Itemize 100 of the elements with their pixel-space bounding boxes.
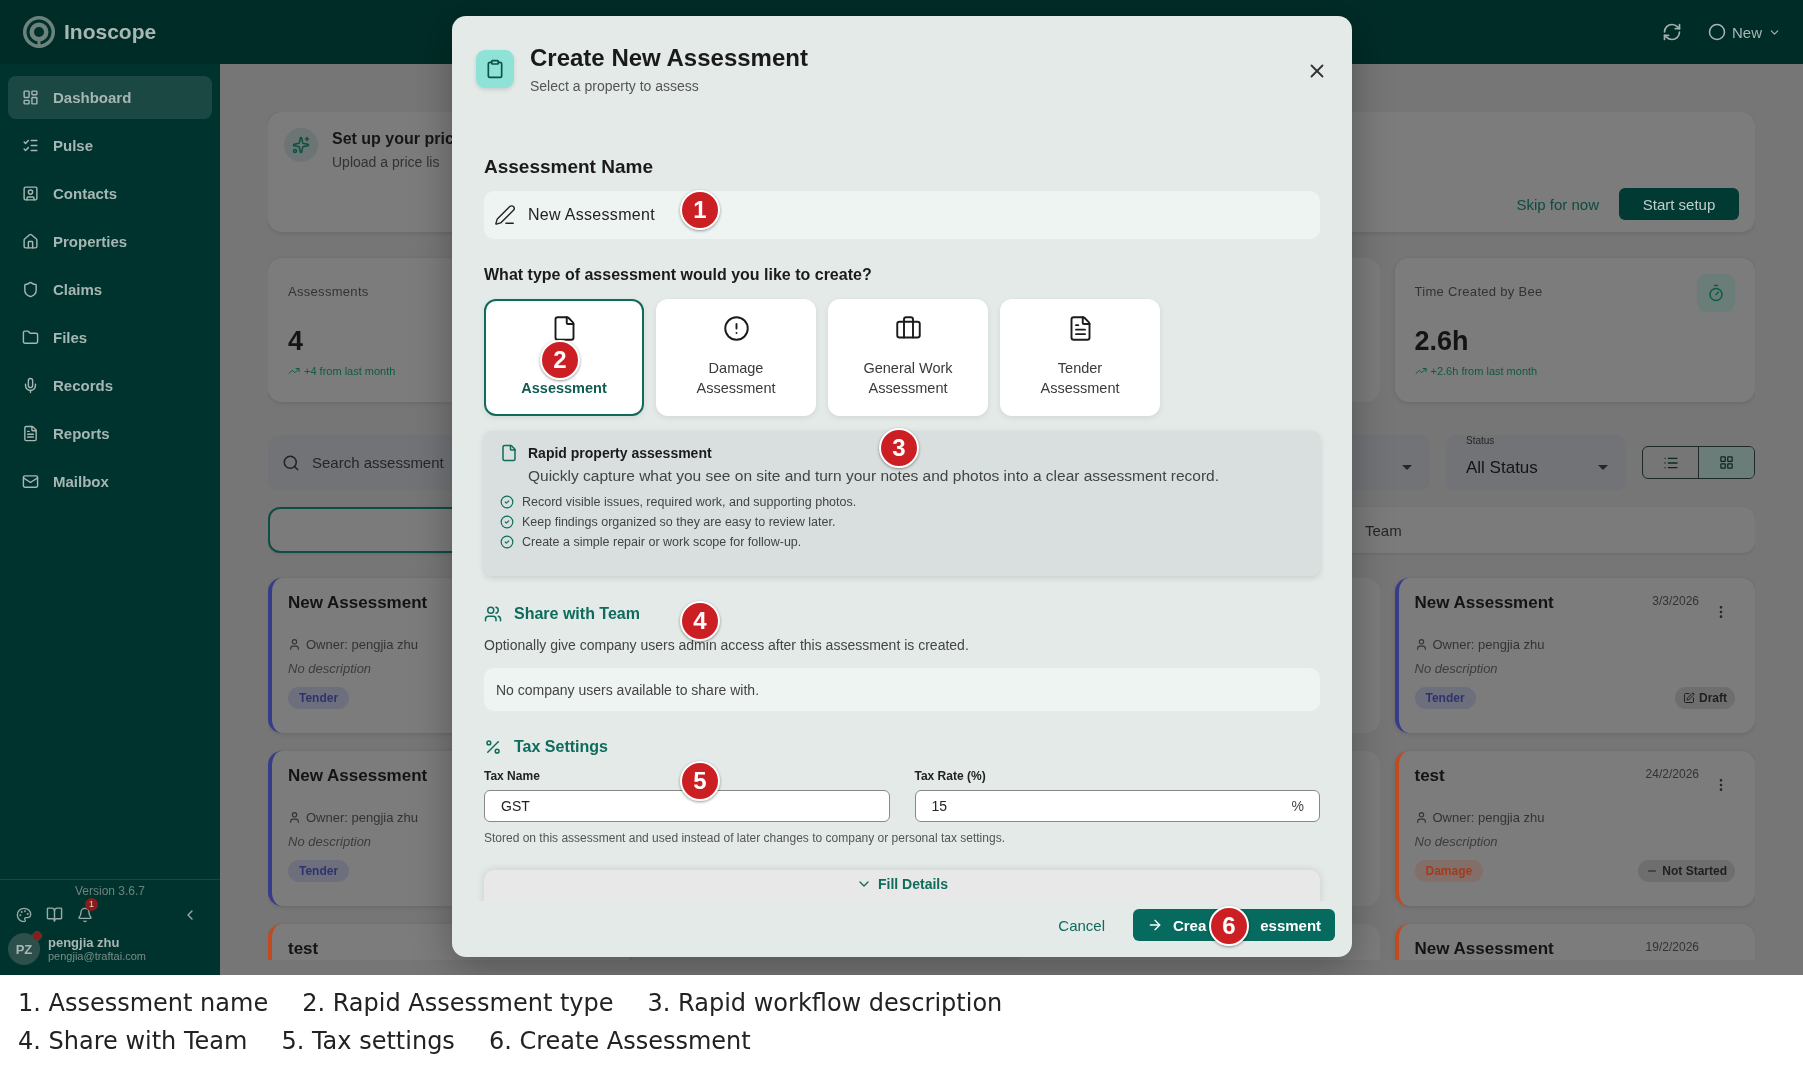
trend-text: +2.6h from last month (1430, 365, 1538, 377)
type-tag: Tender (288, 860, 350, 882)
microphone-icon (22, 377, 39, 394)
trend-text: +4 from last month (304, 365, 396, 377)
grid-view-button[interactable] (1698, 447, 1754, 478)
field-label: Tax Rate (%) (914, 768, 986, 784)
document-icon (500, 444, 518, 462)
folder-icon (22, 329, 39, 346)
stat-label: Assessments (288, 284, 369, 299)
card-title: New Assessment (288, 592, 428, 614)
sparkles-icon (284, 128, 318, 162)
owner-text: Owner: pengjia zhu (1432, 810, 1545, 825)
user-email: pengjia@traftai.com (48, 950, 146, 963)
card-date: 3/3/2026 (1652, 594, 1699, 608)
panel-description: Quickly capture what you see on site and turn your notes and photos into a clear assessment record. (528, 467, 1220, 485)
stat-value: 2.6h (1414, 326, 1469, 357)
type-tag: Tender (1414, 687, 1476, 709)
avatar: PZ (8, 933, 40, 965)
assessment-card[interactable]: New Assessment 19/2/2026 (1394, 924, 1755, 960)
checklist-icon (22, 137, 39, 154)
stat-label: Time Created by Bee (1414, 284, 1543, 299)
banner-subtitle: Upload a price lis (332, 154, 440, 170)
start-setup-button[interactable]: Start setup (1619, 188, 1739, 220)
book-icon[interactable] (46, 906, 63, 923)
sidebar-item[interactable]: Pulse (8, 124, 212, 167)
card-title: test (1414, 765, 1445, 787)
status-text: Draft (1699, 691, 1727, 705)
sidebar-item[interactable]: Records (8, 364, 212, 407)
dialog-subtitle: Select a property to assess (530, 78, 700, 94)
card-title: New Assessment (1414, 938, 1554, 960)
brand-name: Inoscope (64, 20, 157, 44)
card-description: No description (288, 661, 372, 676)
owner-text: Owner: pengjia zhu (306, 637, 418, 652)
status-dropdown[interactable]: Status All Status (1446, 435, 1626, 490)
type-option[interactable]: Damage Assessment (656, 299, 816, 416)
filter-tab[interactable]: Team (1365, 507, 1755, 553)
notification-count: 1 (85, 897, 98, 911)
trend-up-icon (1414, 365, 1427, 377)
feature-point: Keep findings organized so they are easy to review later. (522, 514, 836, 530)
sidebar-item[interactable]: Reports (8, 412, 212, 455)
sidebar-item[interactable]: Claims (8, 268, 212, 311)
panel-title: Rapid property assessment (528, 445, 712, 461)
contact-card-icon (22, 185, 39, 202)
refresh-icon[interactable] (1662, 22, 1682, 42)
bell-icon[interactable] (77, 906, 93, 923)
person-icon (1414, 811, 1428, 824)
logo-icon (22, 15, 56, 49)
banner-title: Set up your pric (332, 130, 454, 148)
pencil-icon (494, 204, 516, 226)
search-icon (282, 453, 300, 472)
assessment-card[interactable]: test 24/2/2026 Owner: pengjia zhu No description Damage Not Started (1394, 751, 1755, 906)
percent-icon (484, 738, 502, 756)
caption-item: 6. Create Assessment (488, 1027, 751, 1055)
card-description: No description (1414, 834, 1498, 849)
section-title: Assessment Name (484, 155, 654, 179)
tax-name-field[interactable]: GST (484, 790, 890, 822)
person-icon (288, 811, 301, 824)
shield-icon (22, 281, 39, 298)
sidebar-item[interactable]: Files (8, 316, 212, 359)
cancel-button[interactable]: Cancel (1054, 916, 1109, 934)
card-title: New Assessment (1414, 592, 1554, 614)
card-description: No description (1414, 661, 1498, 676)
caption-item: 5. Tax settings (281, 1027, 455, 1055)
edit-icon (1683, 692, 1695, 704)
version-text: Version 3.6.7 (73, 884, 147, 898)
feature-point: Record visible issues, required work, and supporting photos. (522, 494, 857, 510)
caption-item: 2. Rapid Assessment type (302, 989, 614, 1017)
trend-up-icon (288, 365, 300, 377)
card-description: No description (288, 834, 372, 849)
status-text: Not Started (1662, 864, 1727, 878)
sidebar-item[interactable]: Dashboard (8, 76, 212, 119)
type-question: What type of assessment would you like to create? (484, 265, 873, 285)
type-tag: Damage (1414, 860, 1484, 882)
assessment-card[interactable]: New Assessment 3/3/2026 Owner: pengjia zhu No description Tender Draft (1394, 578, 1755, 733)
type-tag: Tender (288, 687, 350, 709)
check-circle-icon (500, 495, 514, 509)
dialog-title: Create New Assessment (530, 44, 809, 72)
fill-details-button[interactable]: Fill Details (484, 870, 1320, 901)
type-option[interactable]: General Work Assessment (828, 299, 988, 416)
clipboard-icon (476, 50, 514, 88)
mail-icon (22, 473, 39, 490)
type-option[interactable]: Tender Assessment (1000, 299, 1160, 416)
caption-item: 1. Assessment name (18, 989, 269, 1017)
person-icon (1414, 638, 1428, 651)
dashboard-icon (22, 89, 39, 106)
sidebar-item[interactable]: Contacts (8, 172, 212, 215)
sidebar-item[interactable]: Properties (8, 220, 212, 263)
percent-suffix: % (1291, 798, 1304, 814)
house-icon (22, 233, 39, 250)
palette-icon[interactable] (16, 906, 32, 923)
card-title: test (288, 938, 319, 960)
new-button[interactable]: New (1708, 23, 1781, 41)
person-icon (288, 638, 301, 651)
check-circle-icon (500, 535, 514, 549)
timer-icon (1697, 274, 1735, 312)
caption-item: 4. Share with Team (18, 1027, 248, 1055)
document-icon (22, 425, 39, 442)
check-circle-icon (500, 515, 514, 529)
card-date: 19/2/2026 (1645, 940, 1699, 954)
sidebar-item[interactable]: Mailbox (8, 460, 212, 503)
